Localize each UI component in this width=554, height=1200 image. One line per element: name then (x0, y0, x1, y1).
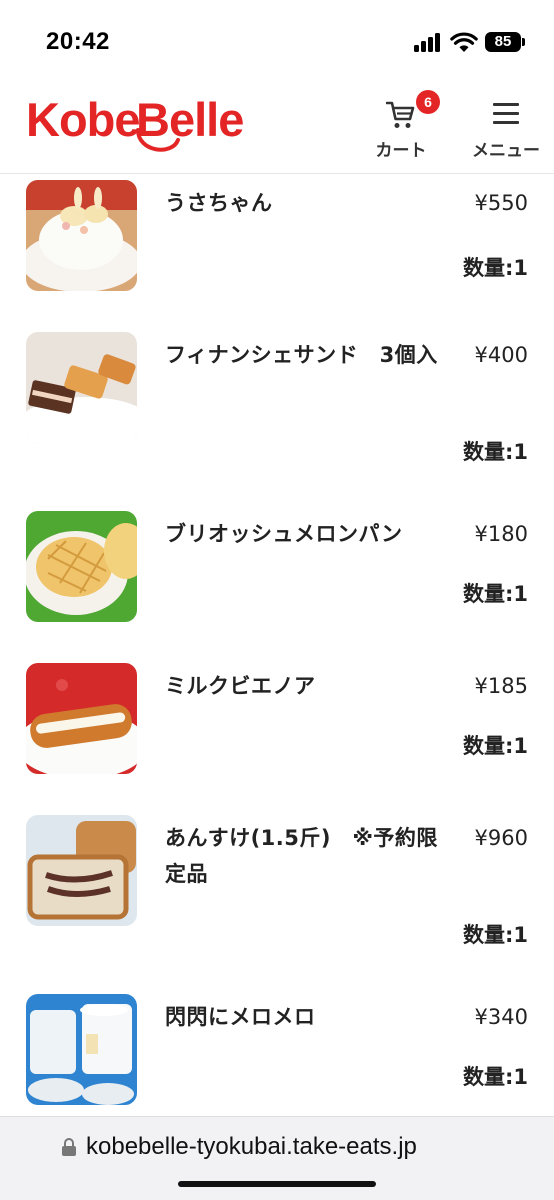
lock-icon (62, 1138, 76, 1156)
menu-label: メニュー (472, 141, 540, 161)
wifi-icon (450, 32, 478, 52)
list-item[interactable]: うさちゃん ¥550 数量:1 (0, 180, 554, 310)
cart-item-list: うさちゃん ¥550 数量:1 フィナンシェサンド 3個入 ¥400 数量:1 (0, 175, 554, 1115)
browser-address-bar[interactable]: kobebelle-tyokubai.take-eats.jp (0, 1116, 554, 1200)
milk-viennois-image[interactable] (26, 663, 137, 774)
product-price: ¥340 (474, 1005, 528, 1029)
dessert-cups-image[interactable] (26, 994, 137, 1105)
url-text[interactable]: kobebelle-tyokubai.take-eats.jp (86, 1133, 536, 1161)
melon-bread-image[interactable] (26, 511, 137, 622)
svg-text:Belle: Belle (136, 93, 243, 146)
product-name: あんすけ(1.5斤) ※予約限定品 (165, 826, 438, 886)
product-quantity: 数量:1 (462, 923, 528, 947)
product-price: ¥180 (474, 522, 528, 546)
cart-count-badge: 6 (416, 90, 440, 114)
product-quantity: 数量:1 (462, 440, 528, 464)
list-item[interactable]: ブリオッシュメロンパン ¥180 数量:1 (0, 511, 554, 631)
product-price: ¥550 (474, 191, 528, 215)
product-name: 閃閃にメロメロ (165, 1005, 316, 1029)
product-name: フィナンシェサンド 3個入 (165, 343, 438, 367)
hamburger-menu-icon (493, 103, 519, 125)
product-name: ブリオッシュメロンパン (165, 522, 403, 546)
product-name: ミルクビエノア (165, 674, 316, 698)
status-bar: 20:42 85 (0, 0, 554, 84)
signal-icon (414, 33, 442, 52)
home-indicator (178, 1181, 376, 1187)
product-quantity: 数量:1 (462, 1065, 528, 1089)
list-item[interactable]: フィナンシェサンド 3個入 ¥400 数量:1 (0, 332, 554, 467)
battery-icon: 85 (485, 32, 521, 52)
product-quantity: 数量:1 (462, 256, 528, 280)
rabbit-cake-image[interactable] (26, 180, 137, 291)
product-price: ¥960 (474, 826, 528, 850)
battery-cap (522, 38, 525, 46)
svg-text:Kobe: Kobe (26, 93, 140, 146)
product-price: ¥400 (474, 343, 528, 367)
list-item[interactable]: あんすけ(1.5斤) ※予約限定品 ¥960 数量:1 (0, 815, 554, 955)
menu-button[interactable]: メニュー (466, 92, 546, 161)
kobebelle-logo[interactable]: Kobe Belle (26, 90, 278, 156)
list-item[interactable]: ミルクビエノア ¥185 数量:1 (0, 663, 554, 783)
cart-button[interactable]: 6 カート (370, 90, 440, 161)
product-price: ¥185 (474, 674, 528, 698)
status-time: 20:42 (46, 28, 110, 55)
product-quantity: 数量:1 (462, 734, 528, 758)
financier-sandwich-image[interactable] (26, 332, 137, 443)
cart-icon (386, 101, 415, 128)
cart-label: カート (375, 141, 427, 161)
app-header: Kobe Belle 6 カート メニュー (0, 84, 554, 174)
list-item[interactable]: 閃閃にメロメロ ¥340 数量:1 (0, 994, 554, 1114)
product-name: うさちゃん (165, 191, 273, 215)
product-quantity: 数量:1 (462, 582, 528, 606)
bread-loaf-image[interactable] (26, 815, 137, 926)
